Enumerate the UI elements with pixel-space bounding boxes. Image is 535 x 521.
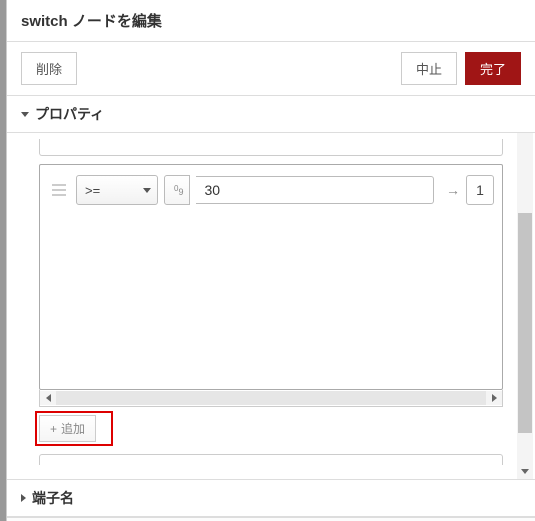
number-type-icon: 09	[174, 185, 183, 196]
panel-footer-gap	[7, 517, 535, 521]
operator-select[interactable]: >=	[76, 175, 158, 205]
output-arrow-icon: →	[440, 182, 460, 198]
rule-row: >= 09 → 1	[40, 165, 502, 215]
section-properties-header[interactable]: プロパティ	[7, 96, 535, 133]
triangle-down-icon	[521, 469, 529, 474]
chevron-down-icon	[21, 112, 29, 117]
drag-handle-icon[interactable]	[48, 184, 70, 196]
cancel-button[interactable]: 中止	[401, 52, 457, 85]
scroll-right-button[interactable]	[486, 391, 502, 405]
edit-panel: switch ノードを編集 削除 中止 完了 プロパティ >=	[6, 0, 535, 521]
triangle-right-icon	[492, 394, 497, 402]
next-field-fragment	[39, 454, 503, 465]
delete-button[interactable]: 削除	[21, 52, 77, 85]
properties-v-scrollbar[interactable]	[517, 133, 533, 479]
plus-icon: +	[50, 422, 57, 436]
scroll-down-button[interactable]	[517, 463, 533, 479]
section-ports-header[interactable]: 端子名	[7, 479, 535, 517]
add-button-highlight: + 追加	[35, 411, 113, 446]
done-button[interactable]: 完了	[465, 52, 521, 85]
rules-list: >= 09 → 1	[39, 164, 503, 390]
v-scroll-thumb[interactable]	[518, 213, 532, 433]
toolbar: 削除 中止 完了	[7, 42, 535, 96]
panel-title: switch ノードを編集	[7, 0, 535, 42]
operator-value: >=	[85, 183, 100, 198]
v-scroll-track[interactable]	[517, 133, 533, 463]
triangle-left-icon	[46, 394, 51, 402]
chevron-right-icon	[21, 494, 26, 502]
section-ports-label: 端子名	[32, 488, 74, 508]
previous-field-fragment	[39, 139, 503, 156]
section-properties-label: プロパティ	[35, 104, 104, 124]
add-rule-button[interactable]: + 追加	[39, 415, 96, 442]
rule-value-input[interactable]	[196, 176, 434, 204]
scroll-left-button[interactable]	[40, 391, 56, 405]
chevron-down-icon	[143, 188, 151, 193]
output-index: 1	[466, 175, 494, 205]
value-type-toggle[interactable]: 09	[164, 175, 190, 205]
properties-body: >= 09 → 1 +	[7, 133, 535, 479]
rules-h-scrollbar[interactable]	[39, 390, 503, 407]
h-scroll-track[interactable]	[56, 391, 486, 405]
add-rule-label: 追加	[61, 420, 85, 437]
